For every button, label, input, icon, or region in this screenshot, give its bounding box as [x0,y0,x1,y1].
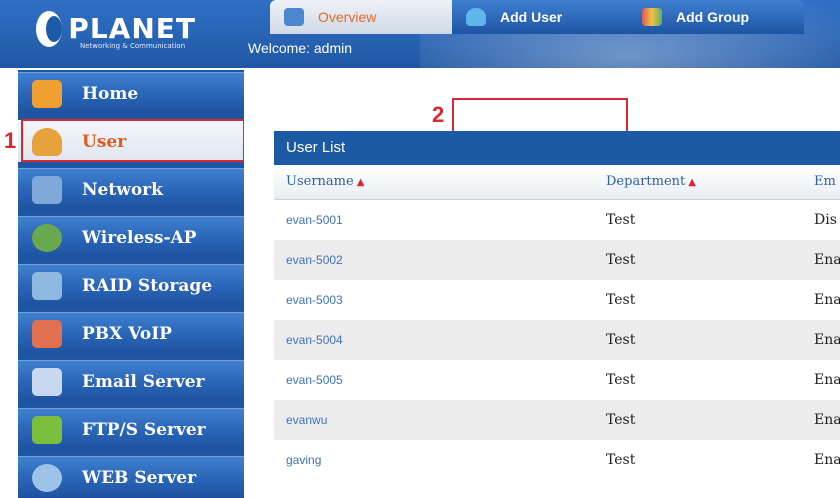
status-cell: Ena [814,252,840,268]
status-cell: Ena [814,372,840,388]
tab-label: Overview [318,9,377,25]
username-link[interactable]: evan-5004 [286,333,343,347]
sort-asc-icon: ▲ [688,177,696,188]
department-cell: Test [606,292,636,308]
step-marker-2: 2 [432,102,445,127]
sidebar-item-label: RAID Storage [82,276,213,296]
table-row: evan-5002 Test Ena [274,240,840,280]
table-row: gaving Test Ena [274,440,840,480]
add-user-icon [466,8,486,26]
status-cell: Ena [814,332,840,348]
sidebar-item-label: Home [82,84,139,104]
table-body: evan-5001 Test Dis evan-5002 Test Ena ev… [274,200,840,480]
sidebar-item-label: User [82,132,127,152]
tab-add-group[interactable]: Add Group [628,0,804,34]
username-link[interactable]: evan-5001 [286,213,343,227]
sidebar-item-label: Wireless-AP [82,228,197,248]
sidebar-item-email-server[interactable]: Email Server [18,360,244,402]
phone-icon [32,320,62,348]
username-link[interactable]: evanwu [286,413,327,427]
folder-icon [32,416,62,444]
logo-text: PLANET [68,12,196,45]
user-list-table: Username ▲ Department ▲ Em evan-5001 Test … [274,165,840,480]
overview-icon [284,8,304,26]
sidebar-item-raid-storage[interactable]: RAID Storage [18,264,244,306]
sidebar-item-label: Email Server [82,372,205,392]
wireless-ap-icon [32,224,62,252]
username-link[interactable]: evan-5002 [286,253,343,267]
user-icon [32,128,62,156]
table-row: evanwu Test Ena [274,400,840,440]
step-marker-1: 1 [4,128,17,153]
table-row: evan-5001 Test Dis [274,200,840,240]
network-icon [32,176,62,204]
logo-mark-icon [36,11,63,47]
tab-overview[interactable]: Overview [270,0,452,34]
department-cell: Test [606,332,636,348]
home-icon [32,80,62,108]
tab-label: Add Group [676,9,750,25]
tab-add-user[interactable]: Add User [452,0,628,34]
department-cell: Test [606,412,636,428]
username-link[interactable]: evan-5003 [286,293,343,307]
table-header: Username ▲ Department ▲ Em [274,165,840,200]
logo-subtext: Networking & Communication [80,42,186,50]
email-icon [32,368,62,396]
tab-label: Add User [500,9,563,25]
status-cell: Ena [814,452,840,468]
storage-icon [32,272,62,300]
sidebar-item-label: PBX VoIP [82,324,172,344]
table-row: evan-5004 Test Ena [274,320,840,360]
department-cell: Test [606,212,636,228]
sidebar-item-wireless-ap[interactable]: Wireless-AP [18,216,244,258]
user-list-title: User List [274,131,840,165]
sidebar-item-label: Network [82,180,163,200]
web-icon [32,464,62,492]
sidebar-item-label: WEB Server [82,468,197,488]
department-cell: Test [606,452,636,468]
sidebar-item-user[interactable]: User [18,120,244,162]
table-row: evan-5005 Test Ena [274,360,840,400]
add-group-icon [642,8,662,26]
department-cell: Test [606,372,636,388]
sort-asc-icon: ▲ [356,177,365,188]
status-cell: Dis [814,212,837,228]
sidebar-item-web-server[interactable]: WEB Server [18,456,244,498]
sidebar-item-ftps-server[interactable]: FTP/S Server [18,408,244,450]
status-cell: Ena [814,292,840,308]
sidebar-item-home[interactable]: Home [18,72,244,114]
column-header-department[interactable]: Department ▲ [606,174,696,189]
table-row: evan-5003 Test Ena [274,280,840,320]
department-cell: Test [606,252,636,268]
username-link[interactable]: gaving [286,453,321,467]
status-cell: Ena [814,412,840,428]
sidebar-item-label: FTP/S Server [82,420,206,440]
username-link[interactable]: evan-5005 [286,373,343,387]
welcome-text: Welcome: admin [248,40,353,56]
column-header-email[interactable]: Em [814,174,836,189]
sidebar-item-pbx-voip[interactable]: PBX VoIP [18,312,244,354]
column-header-username[interactable]: Username ▲ [286,174,364,189]
sidebar-item-network[interactable]: Network [18,168,244,210]
